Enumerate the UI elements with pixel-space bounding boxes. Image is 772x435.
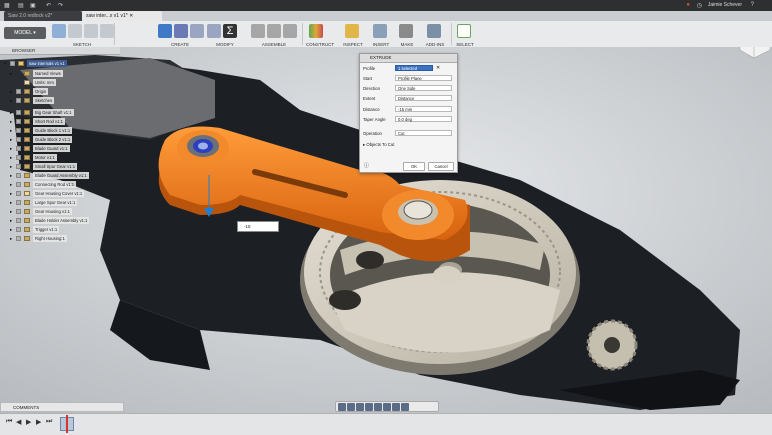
- info-icon[interactable]: ⓘ: [364, 162, 369, 169]
- user-name[interactable]: Jaimie Schever: [708, 2, 742, 8]
- select-icon[interactable]: [457, 24, 471, 38]
- help-icon[interactable]: ?: [751, 2, 754, 8]
- comments-panel[interactable]: COMMENTS: [0, 402, 124, 412]
- start-select[interactable]: Profile Plane: [395, 75, 452, 81]
- grid-icon[interactable]: [392, 402, 400, 411]
- insert-image-icon[interactable]: [373, 24, 387, 38]
- insert-group[interactable]: INSERT: [371, 21, 391, 47]
- motion-link-icon[interactable]: [283, 24, 297, 38]
- extrude-dialog: EXTRUDE Profile 1 selected ✕ Start Profi…: [359, 53, 458, 173]
- measure-icon[interactable]: [345, 24, 359, 38]
- divider: [114, 23, 115, 45]
- taper-angle-label: Taper Angle: [363, 117, 386, 122]
- 3d-print-icon[interactable]: [399, 24, 413, 38]
- pan-icon[interactable]: [356, 402, 364, 411]
- create-group[interactable]: CREATE: [158, 21, 204, 47]
- zoom-icon[interactable]: [365, 402, 373, 411]
- addins-group[interactable]: ADD-INS: [421, 21, 449, 47]
- sketch-group[interactable]: SKETCH: [52, 21, 114, 47]
- divider: [451, 23, 452, 45]
- arc-icon[interactable]: [84, 24, 98, 38]
- record-icon[interactable]: ●: [686, 2, 690, 8]
- objects-to-cut-toggle[interactable]: ▸ Objects To Cut: [363, 141, 394, 148]
- revolve-icon[interactable]: [174, 24, 188, 38]
- app-menu-icon[interactable]: ▦: [4, 2, 10, 9]
- inspect-group[interactable]: INSPECT: [341, 21, 365, 47]
- doc-tab-2[interactable]: saw inter...x v1 v1* ✕: [82, 11, 162, 21]
- step-back-icon[interactable]: ◀: [16, 418, 21, 426]
- distance-label: Distance: [363, 107, 380, 112]
- extent-label: Extent: [363, 96, 376, 101]
- undo-icon[interactable]: ↶: [46, 2, 51, 9]
- rewind-icon[interactable]: ⏮: [6, 418, 12, 426]
- toolbar: MODEL ▾ SKETCH CREATE Σ MODIFY ASSEMBLE …: [0, 21, 772, 48]
- doc-tab-1[interactable]: Saw 2.0 redlock v2*: [4, 11, 82, 21]
- profile-label: Profile: [363, 66, 376, 71]
- sketch-line-icon[interactable]: [52, 24, 66, 38]
- select-group[interactable]: SELECT: [454, 21, 476, 47]
- sigma-icon[interactable]: Σ: [223, 24, 237, 38]
- press-pull-icon[interactable]: [207, 24, 221, 38]
- plane-icon[interactable]: [309, 24, 323, 38]
- viewports-icon[interactable]: [401, 402, 409, 411]
- step-forward-icon[interactable]: ▶: [36, 418, 41, 426]
- construct-group[interactable]: CONSTRUCT: [303, 21, 337, 47]
- box-icon[interactable]: [190, 24, 204, 38]
- fast-forward-icon[interactable]: ⏭: [46, 418, 52, 426]
- cancel-button[interactable]: Cancel: [428, 162, 454, 171]
- direction-label: Direction: [363, 86, 380, 91]
- operation-select[interactable]: Cut: [395, 130, 452, 136]
- taper-angle-field[interactable]: 0.0 deg: [395, 116, 452, 122]
- profile-selector[interactable]: 1 selected: [395, 65, 433, 71]
- stop-sketch-icon[interactable]: [100, 24, 114, 38]
- operation-label: Operation: [363, 131, 382, 136]
- file-icon[interactable]: ▤: [18, 2, 24, 9]
- start-label: Start: [363, 76, 373, 81]
- fit-icon[interactable]: [374, 402, 382, 411]
- save-icon[interactable]: ▣: [30, 2, 36, 9]
- extrude-icon[interactable]: [158, 24, 172, 38]
- play-icon[interactable]: ▶: [26, 418, 31, 426]
- browser-panel-header[interactable]: BROWSER: [0, 47, 120, 55]
- extent-select[interactable]: Distance: [395, 95, 452, 101]
- look-at-icon[interactable]: [347, 402, 355, 411]
- rectangle-icon[interactable]: [68, 24, 82, 38]
- ok-button[interactable]: OK: [403, 162, 425, 171]
- small-gear[interactable]: [586, 319, 638, 371]
- direction-select[interactable]: One Side: [395, 85, 452, 91]
- distance-manipulator-input[interactable]: -15: [237, 221, 279, 232]
- title-bar: ▦ ▤ ▣ ↶ ↷ ● ◷ Jaimie Schever ?: [0, 0, 772, 11]
- distance-field[interactable]: -15 mm: [395, 106, 452, 112]
- modify-group[interactable]: Σ MODIFY: [207, 21, 243, 47]
- assemble-group[interactable]: ASSEMBLE: [251, 21, 297, 47]
- timeline: ⏮ ◀ ▶ ▶ ⏭: [0, 413, 772, 435]
- redo-icon[interactable]: ↷: [58, 2, 63, 9]
- scripts-icon[interactable]: [427, 24, 441, 38]
- joint-icon[interactable]: [251, 24, 265, 38]
- navigation-bar: [335, 401, 439, 412]
- orbit-icon[interactable]: [338, 402, 346, 411]
- dialog-title: EXTRUDE: [360, 54, 457, 63]
- workspace-switcher[interactable]: MODEL ▾: [4, 27, 46, 39]
- display-settings-icon[interactable]: [383, 402, 391, 411]
- as-built-joint-icon[interactable]: [267, 24, 281, 38]
- clear-selection-icon[interactable]: ✕: [436, 65, 440, 71]
- make-group[interactable]: MAKE: [397, 21, 417, 47]
- timeline-marker[interactable]: [66, 415, 68, 433]
- clock-icon[interactable]: ◷: [697, 2, 702, 9]
